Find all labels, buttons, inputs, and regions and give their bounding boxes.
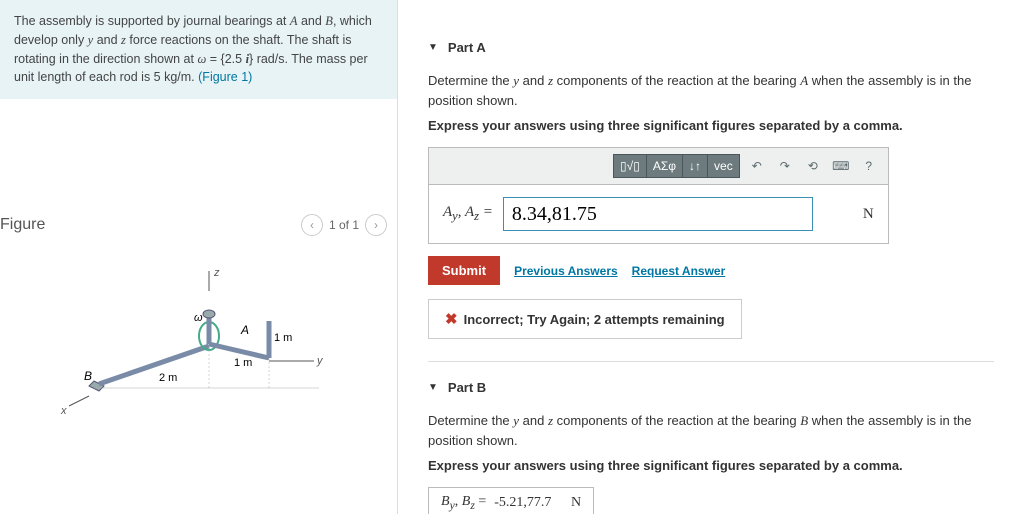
part-b-answer-display: By, Bz = -5.21,77.7 N: [428, 487, 594, 514]
part-a-answer-label: Ay, Az =: [443, 204, 493, 224]
problem-statement: The assembly is supported by journal bea…: [0, 0, 397, 99]
part-a-submit-button[interactable]: Submit: [428, 256, 500, 285]
svg-text:B: B: [84, 369, 92, 383]
part-b-instruct: Express your answers using three signifi…: [428, 458, 994, 473]
tb-vec-icon[interactable]: vec: [708, 154, 740, 178]
part-a-instruct: Express your answers using three signifi…: [428, 118, 994, 133]
svg-text:z: z: [213, 267, 220, 279]
svg-text:1 m: 1 m: [274, 332, 292, 344]
svg-text:A: A: [240, 323, 249, 337]
pager-prev[interactable]: ‹: [301, 214, 323, 236]
tb-subscript-icon[interactable]: ↓↑: [683, 154, 708, 178]
tb-template-icon[interactable]: ▯√▯: [613, 154, 647, 178]
divider: [428, 361, 994, 362]
undo-icon[interactable]: ↶: [746, 155, 768, 177]
pager-next[interactable]: ›: [365, 214, 387, 236]
collapse-part-a[interactable]: ▼: [428, 42, 438, 53]
svg-text:1 m: 1 m: [234, 357, 252, 369]
part-a-answer-input[interactable]: [503, 197, 813, 231]
figure-title: Figure: [0, 216, 45, 234]
part-b-title: Part B: [448, 380, 486, 395]
part-a-unit: N: [863, 206, 874, 223]
figure-link[interactable]: (Figure 1): [198, 70, 252, 84]
equation-toolbar: ▯√▯ ΑΣφ ↓↑ vec ↶ ↷ ⟲ ⌨ ?: [429, 148, 888, 185]
tb-greek-icon[interactable]: ΑΣφ: [647, 154, 683, 178]
svg-text:ω: ω: [194, 312, 203, 324]
redo-icon[interactable]: ↷: [774, 155, 796, 177]
incorrect-icon: ✖: [445, 311, 458, 328]
part-a-feedback: ✖Incorrect; Try Again; 2 attempts remain…: [428, 299, 742, 339]
svg-text:2 m: 2 m: [159, 372, 177, 384]
reset-icon[interactable]: ⟲: [802, 155, 824, 177]
part-a-title: Part A: [448, 40, 486, 55]
keyboard-icon[interactable]: ⌨: [830, 155, 852, 177]
svg-text:x: x: [60, 405, 67, 416]
svg-text:y: y: [316, 355, 324, 367]
part-a-previous-answers[interactable]: Previous Answers: [514, 264, 618, 278]
part-b-prompt: Determine the y and z components of the …: [428, 411, 994, 450]
figure-diagram: x z y B 2 m ω 1 m 1 m: [0, 246, 397, 436]
part-a-request-answer[interactable]: Request Answer: [632, 264, 726, 278]
help-icon[interactable]: ?: [858, 155, 880, 177]
collapse-part-b[interactable]: ▼: [428, 382, 438, 393]
figure-pager: ‹ 1 of 1 ›: [301, 214, 387, 236]
part-a-prompt: Determine the y and z components of the …: [428, 71, 994, 110]
